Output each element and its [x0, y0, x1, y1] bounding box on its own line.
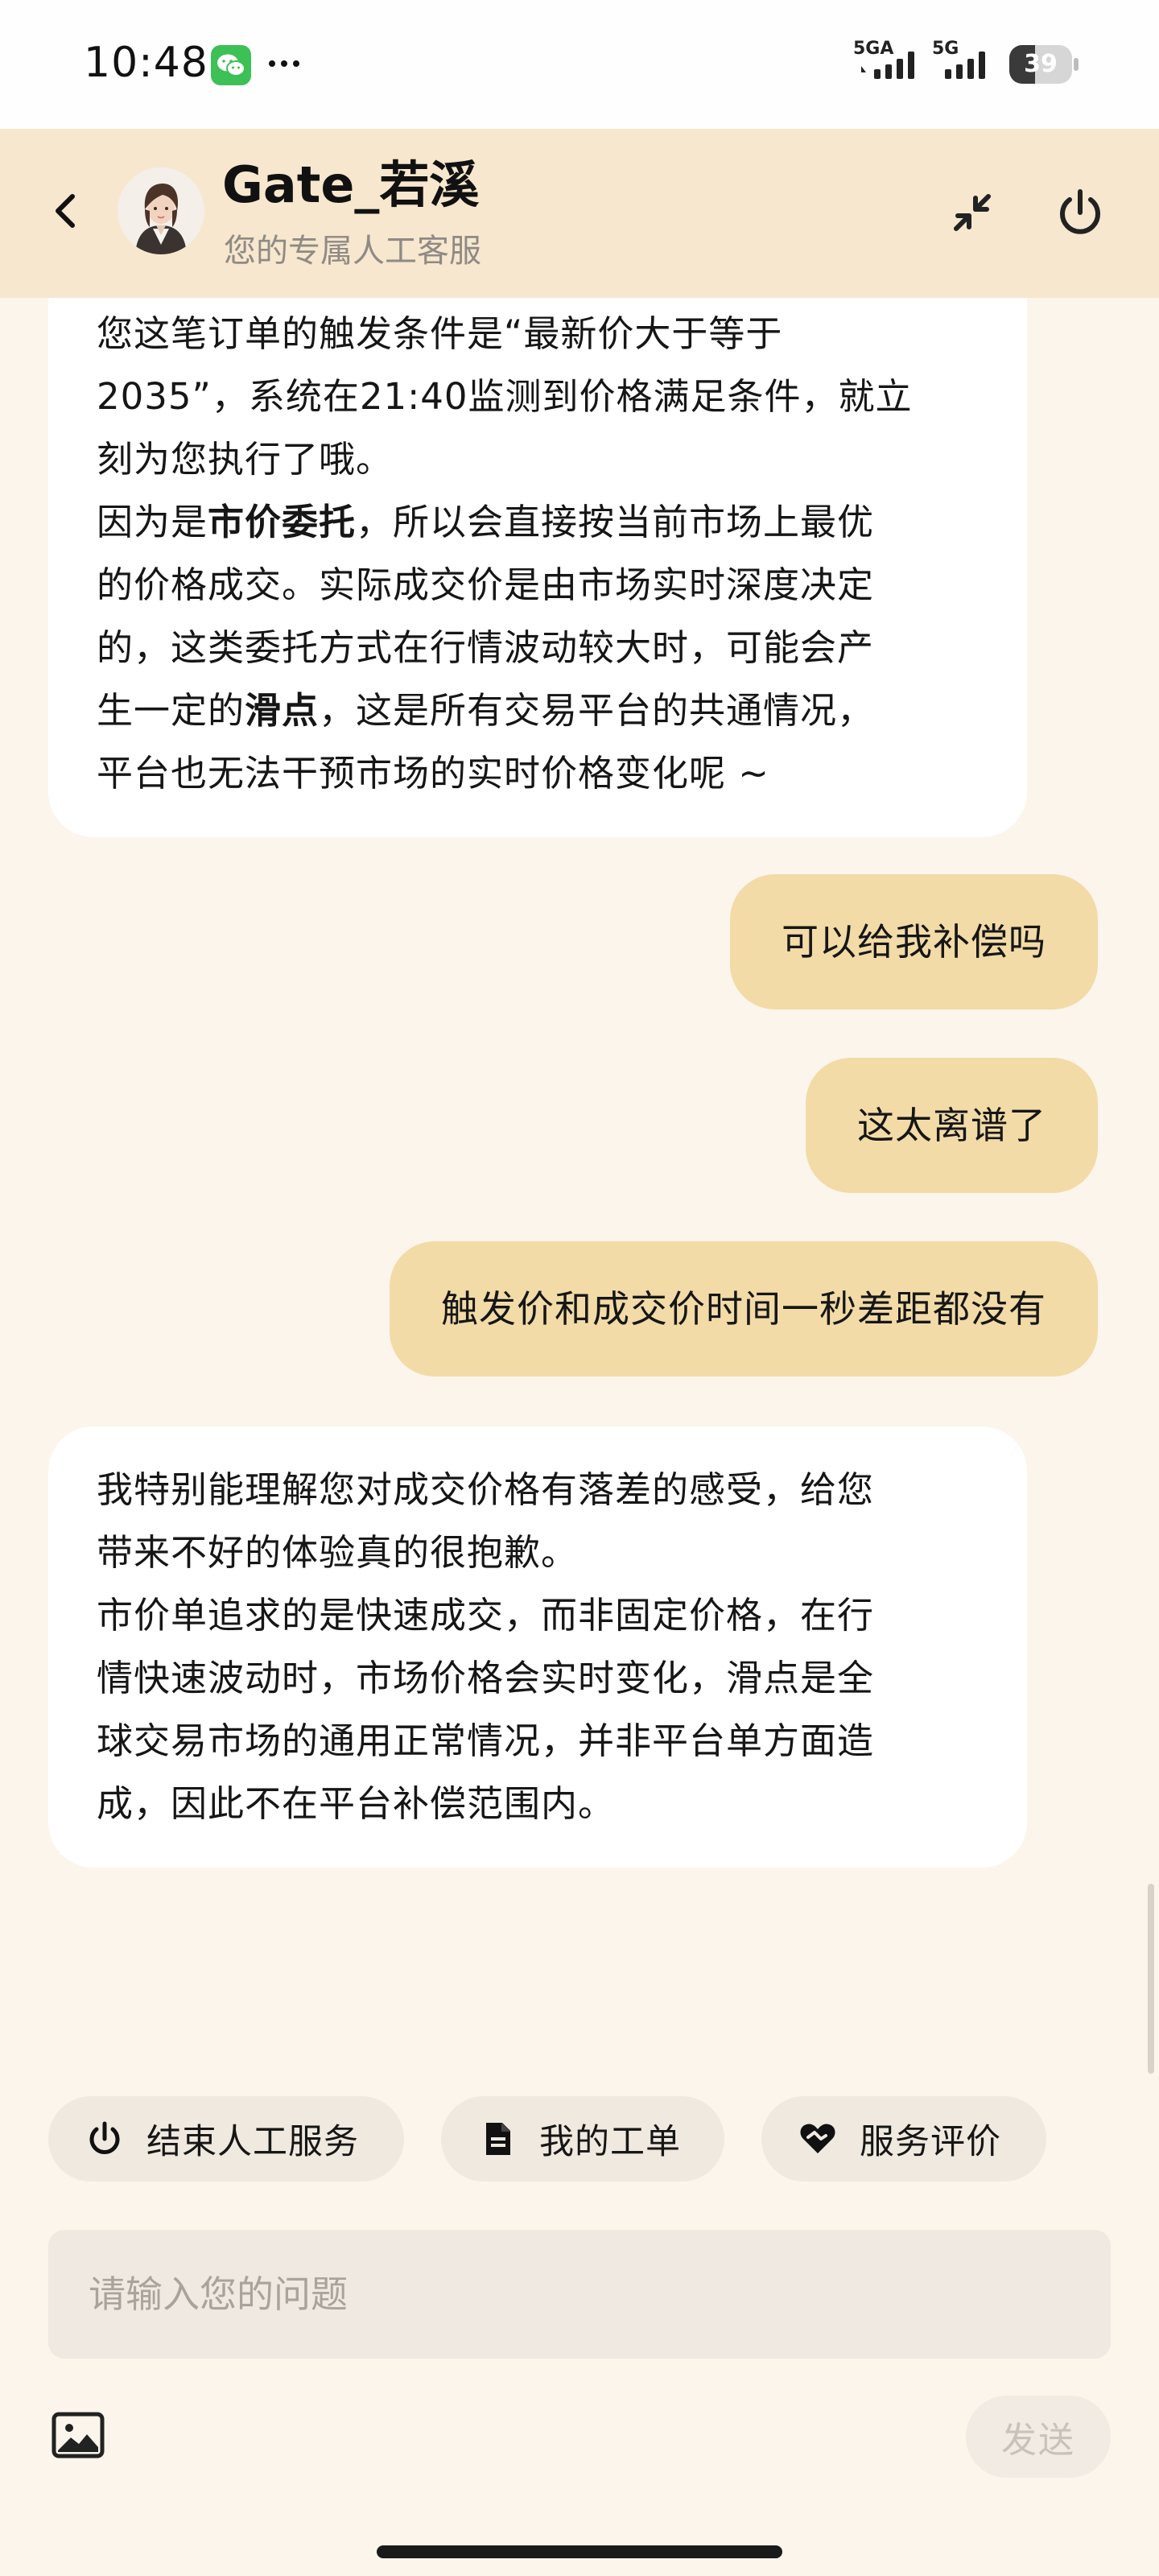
- minimize-button[interactable]: [942, 182, 1003, 243]
- signal-5ga: 5GA: [853, 39, 927, 84]
- message-line: 的，这类委托方式在行情波动较大时，可能会产: [97, 626, 875, 669]
- message-text: 因为是: [97, 501, 208, 543]
- agent-message: 我特别能理解您对成交价格有落差的感受，给您 带来不好的体验真的很抱歉。 市价单追…: [48, 1426, 1027, 1868]
- agent-avatar: [118, 167, 204, 254]
- chevron-left-icon: [56, 194, 75, 228]
- home-indicator[interactable]: [377, 2545, 782, 2558]
- signal-bars-icon: [945, 52, 985, 79]
- message-bold-text: 滑点: [245, 689, 320, 732]
- message-line: 球交易市场的通用正常情况，并非平台单方面造: [97, 1719, 875, 1762]
- message-line: 成，因此不在平台补偿范围内。: [97, 1782, 616, 1825]
- message-line: 情快速波动时，市场价格会实时变化，滑点是全: [97, 1657, 875, 1699]
- signal-5g: 5G: [932, 39, 998, 84]
- service-rating-label: 服务评价: [860, 2122, 1001, 2162]
- end-human-service-button[interactable]: 结束人工服务: [48, 2096, 404, 2182]
- message-line: 平台也无法干预市场的实时价格变化呢 ~: [97, 752, 770, 795]
- heart-handshake-icon: [800, 2124, 835, 2153]
- message-line: 您这笔订单的触发条件是“最新价大于等于: [97, 312, 783, 355]
- message-input[interactable]: [48, 2230, 1111, 2359]
- agent-subtitle: 您的专属人工客服: [224, 233, 481, 270]
- user-message: 可以给我补偿吗: [730, 874, 1098, 1009]
- message-text: ，这是所有交易平台的共通情况，: [319, 689, 875, 732]
- wechat-icon: [211, 45, 251, 85]
- end-human-service-label: 结束人工服务: [146, 2122, 359, 2162]
- more-dots-icon: [264, 43, 304, 84]
- status-bar: 10:48 5GA 5G 39: [0, 0, 1159, 129]
- document-icon: [486, 2123, 510, 2155]
- agent-name: Gate_若溪: [222, 155, 480, 214]
- message-line: 带来不好的体验真的很抱歉。: [97, 1531, 579, 1574]
- image-icon: [52, 2412, 105, 2458]
- message-line: 刻为您执行了哦。: [97, 438, 394, 481]
- user-message: 触发价和成交价时间一秒差距都没有: [390, 1241, 1098, 1377]
- image-upload-button[interactable]: [52, 2412, 105, 2458]
- message-bold-text: 市价委托: [208, 501, 357, 543]
- back-button[interactable]: [40, 185, 92, 237]
- message-line: 我特别能理解您对成交价格有落差的感受，给您: [97, 1468, 875, 1511]
- chat-header: Gate_若溪 您的专属人工客服: [0, 129, 1159, 298]
- message-line: 生一定的滑点，这是所有交易平台的共通情况，: [97, 679, 979, 742]
- my-tickets-label: 我的工单: [539, 2122, 681, 2162]
- my-tickets-button[interactable]: 我的工单: [441, 2096, 724, 2182]
- message-text: 生一定的: [97, 689, 245, 732]
- service-rating-button[interactable]: 服务评价: [761, 2096, 1046, 2182]
- chat-message-list[interactable]: 您这笔订单的触发条件是“最新价大于等于 2035”，系统在21:40监测到价格满…: [0, 298, 1159, 2085]
- quick-actions: 结束人工服务 我的工单 服务评价: [48, 2096, 1111, 2183]
- agent-message: 您这笔订单的触发条件是“最新价大于等于 2035”，系统在21:40监测到价格满…: [48, 298, 1027, 837]
- message-line: 2035”，系统在21:40监测到价格满足条件，就立: [97, 375, 913, 418]
- send-button[interactable]: 发送: [966, 2396, 1111, 2478]
- message-line: 市价单追求的是快速成交，而非固定价格，在行: [97, 1594, 875, 1637]
- signal-bars-icon: [861, 52, 914, 79]
- end-session-button[interactable]: [1050, 182, 1111, 243]
- message-line: 的价格成交。实际成交价是由市场实时深度决定: [97, 564, 875, 606]
- power-icon: [1060, 189, 1100, 234]
- message-line: 因为是市价委托，所以会直接按当前市场上最优: [97, 491, 979, 554]
- user-message: 这太离谱了: [806, 1058, 1098, 1193]
- power-icon: [89, 2121, 120, 2154]
- scrollbar[interactable]: [1148, 1884, 1154, 2074]
- status-time: 10:48: [84, 39, 208, 87]
- message-text: ，所以会直接按当前市场上最优: [356, 501, 875, 543]
- battery-level: 39: [1024, 50, 1058, 78]
- minimize-arrows-icon: [954, 194, 991, 231]
